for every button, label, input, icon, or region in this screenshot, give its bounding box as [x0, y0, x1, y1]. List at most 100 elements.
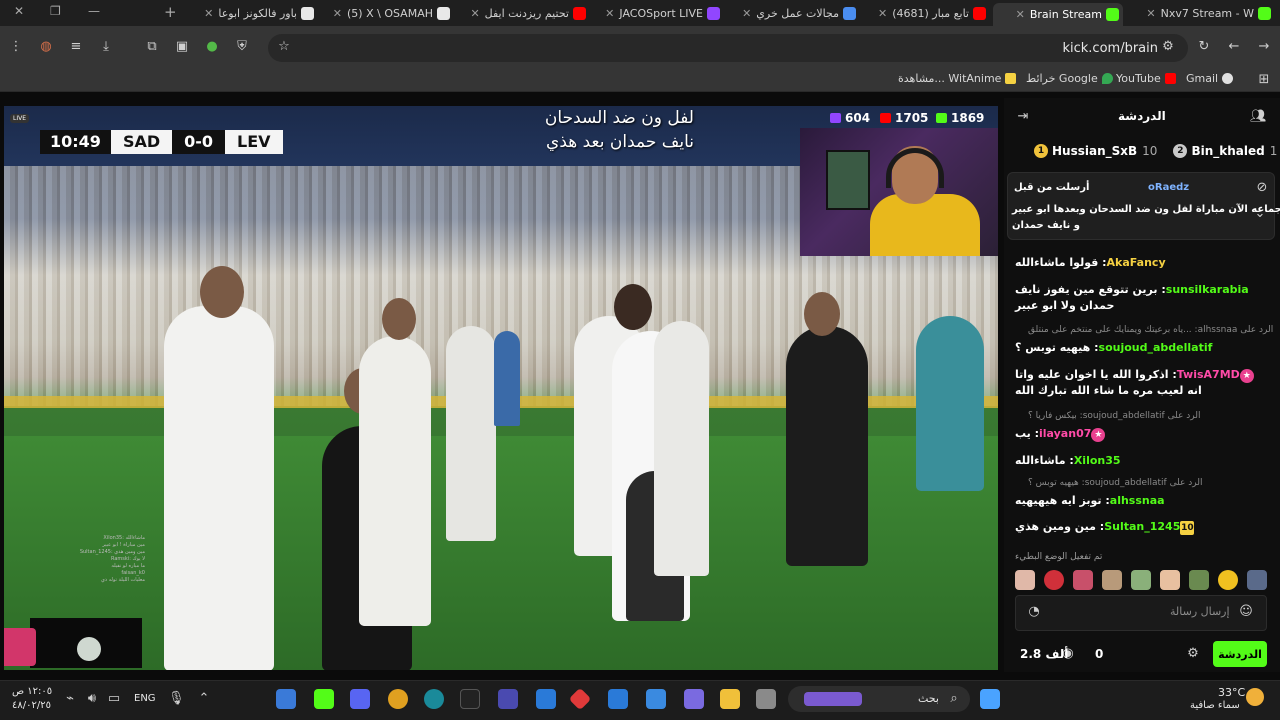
- twitch-icon: [830, 113, 841, 123]
- emote-icon[interactable]: [1160, 570, 1180, 590]
- pinned-user[interactable]: oRaedz: [1148, 182, 1189, 193]
- new-tab-button[interactable]: +: [164, 3, 177, 21]
- emote-icon[interactable]: [1015, 570, 1035, 590]
- clock-date: ٤٨/٠٢/٢٥: [12, 700, 51, 711]
- emote-icon[interactable]: [1189, 570, 1209, 590]
- tab-tiktok[interactable]: باور فالكونز ابوعا ✕: [186, 3, 318, 23]
- emote-icon[interactable]: [1102, 570, 1122, 590]
- close-tab-icon[interactable]: ✕: [742, 7, 751, 20]
- chat-username[interactable]: soujoud_abdellatif: [1099, 341, 1213, 354]
- discord-icon[interactable]: [350, 689, 370, 709]
- sunglasses-emote-icon[interactable]: [1218, 570, 1238, 590]
- file-explorer-icon[interactable]: [720, 689, 740, 709]
- close-tab-icon[interactable]: ✕: [1146, 7, 1155, 20]
- close-tab-icon[interactable]: ✕: [878, 7, 887, 20]
- kick-icon: [1106, 8, 1119, 21]
- close-window-icon[interactable]: ✕: [14, 4, 24, 18]
- unpin-icon[interactable]: ⊘: [1254, 180, 1270, 196]
- bookmark-gmail[interactable]: Gmail: [1186, 72, 1237, 85]
- file-icon[interactable]: [756, 689, 776, 709]
- gifter-name[interactable]: Bin_khaled: [1191, 144, 1264, 158]
- bookmark-witanime[interactable]: مشاهدة... WitAnime: [898, 72, 1020, 85]
- emote-icon[interactable]: [1247, 570, 1267, 590]
- close-tab-icon[interactable]: ✕: [470, 7, 479, 20]
- volume-icon[interactable]: 🔊︎: [84, 691, 100, 707]
- dropbox-icon[interactable]: [536, 689, 556, 709]
- display-icon[interactable]: ▭: [106, 691, 122, 707]
- download-icon[interactable]: ⤓: [98, 39, 114, 55]
- copilot-icon[interactable]: [684, 689, 704, 709]
- chat-username[interactable]: Sultan_1245: [1104, 520, 1180, 533]
- edge-icon[interactable]: [424, 689, 444, 709]
- app-icon[interactable]: [498, 689, 518, 709]
- chat-username[interactable]: Xilon35: [1074, 454, 1121, 467]
- outlook-icon[interactable]: [608, 689, 628, 709]
- settings-gear-icon[interactable]: ⚙: [1185, 646, 1201, 662]
- chat-username[interactable]: ilayan07: [1039, 427, 1091, 440]
- weather-moon-icon[interactable]: [1246, 688, 1264, 706]
- pinned-text-line1: يا جماعه الآن مباراة لفل ون ضد السدحان و…: [1012, 204, 1280, 215]
- close-tab-icon[interactable]: ✕: [1016, 8, 1025, 21]
- microphone-icon[interactable]: 🎙︎: [168, 691, 185, 707]
- heart-emote-icon[interactable]: [1044, 570, 1064, 590]
- gifter-name[interactable]: Hussian_SxB: [1052, 144, 1137, 158]
- tab-twitch[interactable]: JACOSport LIVE ✕: [592, 3, 724, 23]
- shield-extension-icon[interactable]: ⛨: [234, 39, 250, 55]
- chat-username[interactable]: alhssnaa: [1110, 494, 1165, 507]
- bookmark-google-maps[interactable]: خرائط Google: [1026, 72, 1117, 85]
- address-bar[interactable]: [268, 34, 1188, 62]
- bookmark-star-icon[interactable]: ☆: [276, 39, 292, 55]
- clock-time[interactable]: ١٢:٠٥ ص: [12, 686, 52, 697]
- tab-brain-stream[interactable]: Brain Stream ✕: [993, 3, 1123, 26]
- app-blue-icon[interactable]: [276, 689, 296, 709]
- chat-username[interactable]: sunsilkarabia: [1166, 283, 1249, 296]
- tab-youtube-2[interactable]: تحتيم ريزدنت ايفل ✕: [456, 3, 590, 23]
- clock-icon[interactable]: ◔: [1026, 604, 1042, 620]
- home-team: SAD: [110, 130, 173, 154]
- language-indicator[interactable]: ENG: [134, 693, 156, 704]
- extensions-puzzle-icon[interactable]: ⧉: [144, 39, 160, 55]
- site-settings-icon[interactable]: ⚙: [1160, 39, 1176, 55]
- weather-temp[interactable]: 33°C: [1218, 686, 1245, 699]
- emote-icon[interactable]: [1131, 570, 1151, 590]
- users-icon[interactable]: 👥︎: [1250, 109, 1267, 125]
- close-tab-icon[interactable]: ✕: [333, 7, 342, 20]
- epic-games-icon[interactable]: [460, 689, 480, 709]
- mini-chat-line: لا يوك :Ramski: [110, 556, 145, 562]
- restore-window-icon[interactable]: ❐: [50, 4, 61, 18]
- mini-chat-line: ماشاءالله :Xilon35: [103, 535, 145, 541]
- bookmark-youtube[interactable]: YouTube: [1116, 72, 1180, 85]
- tab-youtube-1[interactable]: (4681) تابع مبار ✕: [862, 3, 990, 23]
- chrome-icon[interactable]: [388, 689, 408, 709]
- forward-icon[interactable]: ←: [1226, 39, 1242, 55]
- apps-grid-icon[interactable]: ⊞: [1256, 72, 1272, 88]
- chat-send-button[interactable]: الدردشة: [1213, 641, 1267, 667]
- match-clock: 10:49: [40, 130, 111, 154]
- windows-start-icon[interactable]: [980, 689, 1000, 709]
- chat-username[interactable]: AkaFancy: [1107, 256, 1166, 269]
- close-tab-icon[interactable]: ✕: [204, 7, 213, 20]
- reload-icon[interactable]: ↻: [1196, 39, 1212, 55]
- video-player[interactable]: LIVE 10:49 SAD 0-0 LEV لفل ون ضد السدحان…: [4, 106, 998, 670]
- tab-x[interactable]: (5) X \ OSAMAH ✕: [320, 3, 454, 23]
- url-text[interactable]: kick.com/brain: [1062, 41, 1158, 56]
- extension-icon[interactable]: ▣: [174, 39, 190, 55]
- playlist-icon[interactable]: ≡: [68, 39, 84, 55]
- emoji-picker-icon[interactable]: ☺: [1238, 604, 1254, 620]
- chat-username[interactable]: TwisA7MD: [1177, 368, 1240, 381]
- tab-nxv7-stream[interactable]: Nxv7 Stream - W ✕: [1125, 3, 1275, 23]
- expand-pinned-icon[interactable]: ⌄: [1252, 206, 1268, 222]
- menu-kebab-icon[interactable]: ⋮: [8, 39, 24, 55]
- kick-app-icon[interactable]: [314, 689, 334, 709]
- profile-avatar-icon[interactable]: ◍: [38, 39, 54, 55]
- store-icon[interactable]: [646, 689, 666, 709]
- emote-icon[interactable]: [1073, 570, 1093, 590]
- collapse-chat-icon[interactable]: ⇥: [1015, 109, 1031, 125]
- close-tab-icon[interactable]: ✕: [605, 7, 614, 20]
- minimize-window-icon[interactable]: —: [88, 4, 100, 18]
- show-hidden-icons[interactable]: ⌃: [196, 691, 212, 707]
- tab-gemini[interactable]: مجالات عمل خري ✕: [726, 3, 860, 23]
- extension-badge-icon[interactable]: ●: [204, 39, 220, 55]
- network-icon[interactable]: ⌁: [62, 691, 78, 707]
- back-icon[interactable]: →: [1256, 39, 1272, 55]
